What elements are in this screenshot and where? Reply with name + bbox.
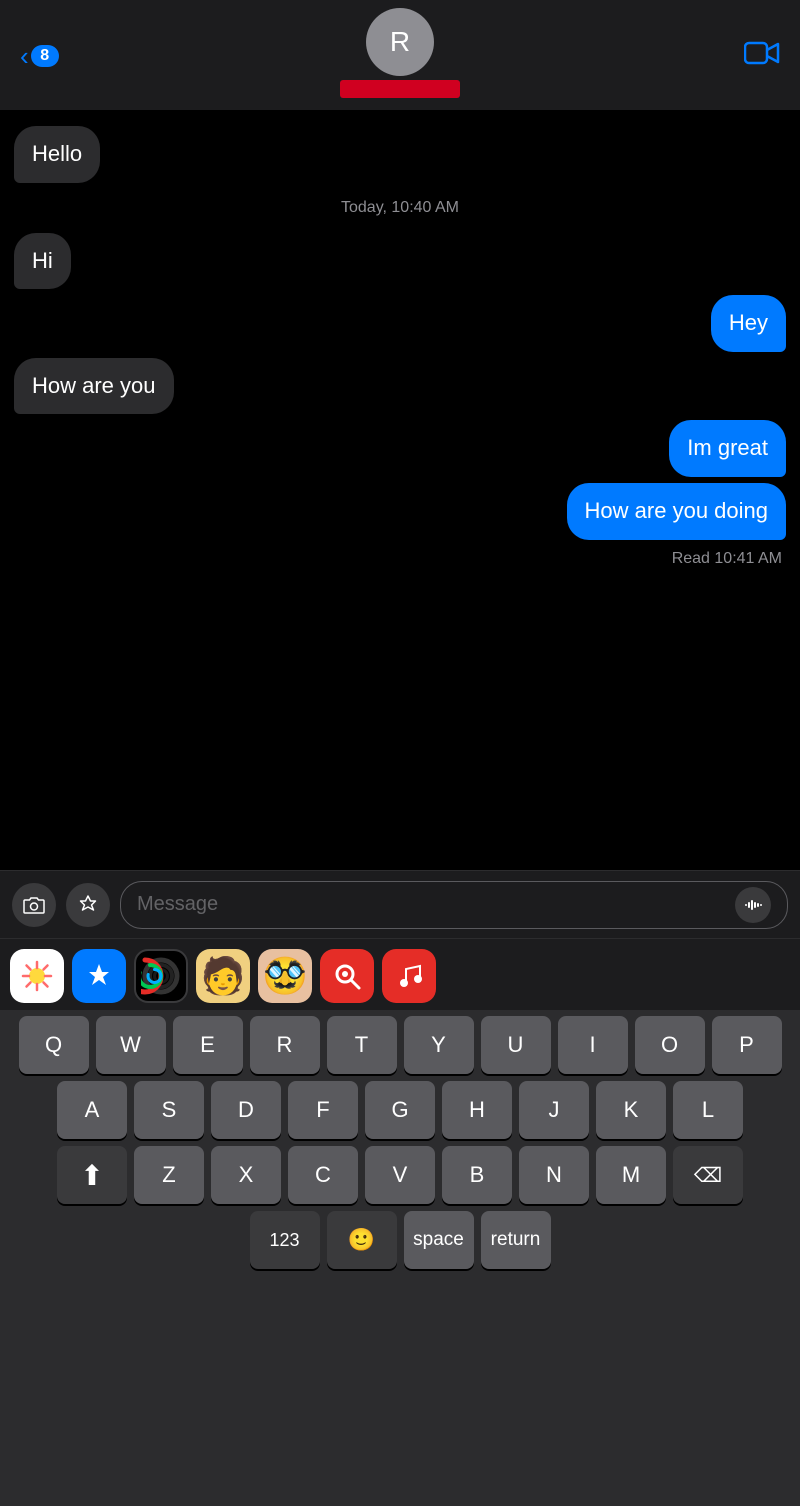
keyboard-row-2: A S D F G H J K L [4,1081,796,1139]
key-f[interactable]: F [288,1081,358,1139]
app-icons-row: 🧑 🥸 [0,938,800,1010]
contact-info: R [340,8,460,98]
message-bubble-6: How are you doing [567,483,786,540]
key-l[interactable]: L [673,1081,743,1139]
camera-button[interactable] [12,883,56,927]
key-h[interactable]: H [442,1081,512,1139]
video-call-button[interactable] [744,40,780,73]
key-n[interactable]: N [519,1146,589,1204]
key-123[interactable]: 123 [250,1211,320,1269]
message-text-3: Hey [729,310,768,335]
message-text-1: Hello [32,141,82,166]
input-bar: Message [0,870,800,938]
key-m[interactable]: M [596,1146,666,1204]
avatar[interactable]: R [366,8,434,76]
fitness-app-icon[interactable] [134,949,188,1003]
keyboard-bottom-row: 123 🙂 space return [4,1211,796,1269]
key-j[interactable]: J [519,1081,589,1139]
key-v[interactable]: V [365,1146,435,1204]
key-z[interactable]: Z [134,1146,204,1204]
key-a[interactable]: A [57,1081,127,1139]
timestamp-1: Today, 10:40 AM [14,199,786,217]
message-bubble-5: Im great [669,420,786,477]
message-placeholder: Message [137,893,218,916]
key-x[interactable]: X [211,1146,281,1204]
message-text-4: How are you [32,373,156,398]
music-app-icon[interactable] [382,949,436,1003]
web-search-app-icon[interactable] [320,949,374,1003]
key-emoji[interactable]: 🙂 [327,1211,397,1269]
keyboard: Q W E R T Y U I O P A S D F G H J K L ⬆ … [0,1010,800,1506]
key-s[interactable]: S [134,1081,204,1139]
keyboard-row-1: Q W E R T Y U I O P [4,1016,796,1074]
message-bubble-3: Hey [711,295,786,352]
key-delete[interactable]: ⌫ [673,1146,743,1204]
appstore-button[interactable] [66,883,110,927]
read-receipt: Read 10:41 AM [14,550,786,568]
key-e[interactable]: E [173,1016,243,1074]
contact-name-bar [340,80,460,98]
message-text-6: How are you doing [585,498,768,523]
messages-area: Hello Today, 10:40 AM Hi Hey How are you… [0,110,800,870]
key-b[interactable]: B [442,1146,512,1204]
key-k[interactable]: K [596,1081,666,1139]
key-i[interactable]: I [558,1016,628,1074]
keyboard-row-3: ⬆ Z X C V B N M ⌫ [4,1146,796,1204]
message-bubble-4: How are you [14,358,174,415]
key-q[interactable]: Q [19,1016,89,1074]
message-text-2: Hi [32,248,53,273]
appstore-app-icon[interactable] [72,949,126,1003]
message-bubble-1: Hello [14,126,100,183]
key-w[interactable]: W [96,1016,166,1074]
key-d[interactable]: D [211,1081,281,1139]
audio-button[interactable] [735,887,771,923]
message-text-5: Im great [687,435,768,460]
key-shift[interactable]: ⬆ [57,1146,127,1204]
key-y[interactable]: Y [404,1016,474,1074]
key-space[interactable]: space [404,1211,474,1269]
back-chevron-icon: ‹ [20,41,29,72]
key-p[interactable]: P [712,1016,782,1074]
key-t[interactable]: T [327,1016,397,1074]
header: ‹ 8 R [0,0,800,110]
key-u[interactable]: U [481,1016,551,1074]
message-bubble-2: Hi [14,233,71,290]
message-input[interactable]: Message [120,881,788,929]
key-g[interactable]: G [365,1081,435,1139]
back-button[interactable]: ‹ 8 [20,41,59,72]
key-return[interactable]: return [481,1211,551,1269]
key-o[interactable]: O [635,1016,705,1074]
back-badge: 8 [31,45,59,67]
memoji-2-app-icon[interactable]: 🥸 [258,949,312,1003]
key-r[interactable]: R [250,1016,320,1074]
memoji-1-app-icon[interactable]: 🧑 [196,949,250,1003]
key-c[interactable]: C [288,1146,358,1204]
photos-app-icon[interactable] [10,949,64,1003]
